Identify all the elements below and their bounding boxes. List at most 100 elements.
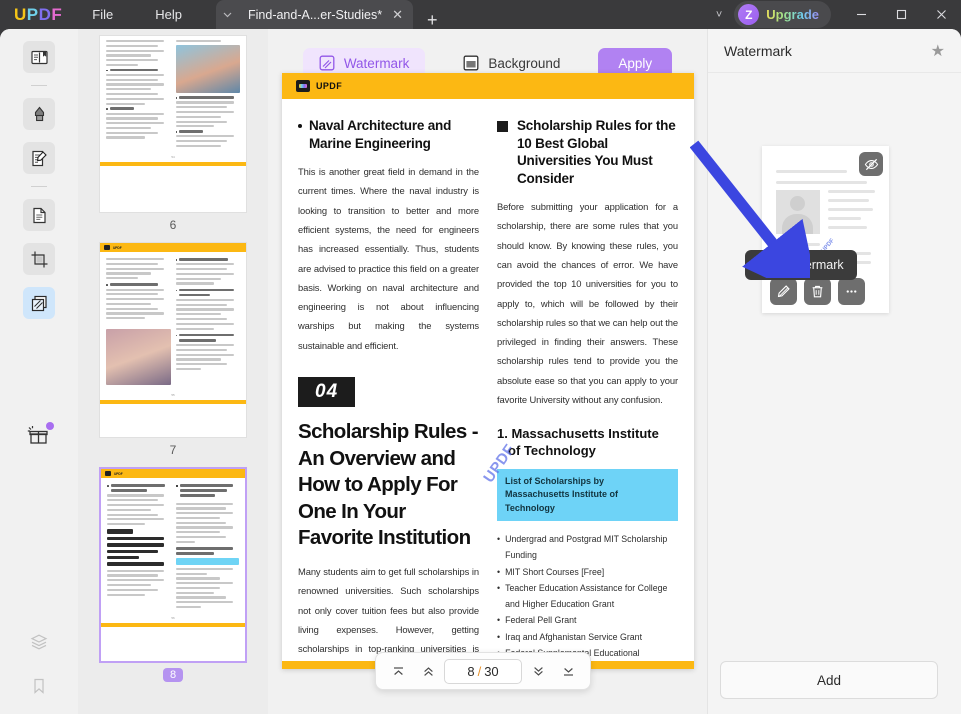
rail-divider xyxy=(31,85,47,86)
mini-page: UPDF xyxy=(100,243,246,405)
menu-file[interactable]: File xyxy=(80,3,125,26)
mini-page: 54 xyxy=(100,36,246,166)
right-body-text: Before submitting your application for a… xyxy=(497,201,678,405)
star-icon[interactable]: ★ xyxy=(931,41,945,61)
mini-photo xyxy=(175,45,240,94)
page-navigation: 8/30 xyxy=(375,652,591,690)
thumbnail-number: 6 xyxy=(169,218,177,232)
thumbnail-item[interactable]: UPDF xyxy=(78,467,268,692)
page-header-brand: UPDF xyxy=(316,81,343,91)
sidebar-item-comment[interactable] xyxy=(23,98,55,130)
minimize-button[interactable] xyxy=(841,0,881,29)
page-right-column: Scholarship Rules for the 10 Best Global… xyxy=(497,117,678,669)
mini-footer xyxy=(100,161,246,166)
mini-header: UPDF xyxy=(100,243,246,252)
left-heading-row: Naval Architecture and Marine Engineerin… xyxy=(298,117,479,152)
sidebar-item-watermark[interactable] xyxy=(23,287,55,319)
mini-page-number: 54 xyxy=(171,154,175,159)
plus-icon[interactable]: + xyxy=(427,11,438,29)
section-number-badge: 04 xyxy=(298,376,356,407)
page-last-icon[interactable] xyxy=(554,658,582,684)
list-item: • MIT Short Courses [Free] xyxy=(497,566,605,577)
document-area: Watermark Background Apply UPDF Naval Ar… xyxy=(268,29,707,714)
upgrade-label: Upgrade xyxy=(766,7,819,22)
menu-help[interactable]: Help xyxy=(143,3,194,26)
list-item: • Federal Pell Grant xyxy=(497,615,577,626)
section-title: Scholarship Rules - An Overview and How … xyxy=(298,419,479,550)
university-subheading: 1. Massachusetts Institute of Technology xyxy=(497,425,678,459)
chevron-down-icon[interactable]: ˅ xyxy=(704,9,734,21)
mini-number-badge xyxy=(107,529,133,534)
highlighted-text: List of Scholarships by Massachusetts In… xyxy=(497,468,678,522)
mini-footer xyxy=(101,622,245,627)
preview-right-lines xyxy=(828,190,875,235)
page-first-icon[interactable] xyxy=(384,658,412,684)
mini-col-left xyxy=(107,484,171,611)
mini-col-right xyxy=(175,40,240,150)
left-heading: Naval Architecture and Marine Engineerin… xyxy=(309,118,452,151)
list-item: • Undergrad and Postgrad MIT Scholarship … xyxy=(497,534,668,561)
edit-watermark-button[interactable] xyxy=(770,278,797,305)
page-number-input[interactable]: 8/30 xyxy=(444,658,522,684)
mini-col-left xyxy=(106,258,171,388)
mini-footer xyxy=(100,400,246,405)
right-heading-row: Scholarship Rules for the 10 Best Global… xyxy=(497,117,678,187)
preview-photo xyxy=(776,190,820,234)
more-options-button[interactable] xyxy=(838,278,865,305)
maximize-button[interactable] xyxy=(881,0,921,29)
updf-window: UPDF File Help Find-and-A...er-Studies* … xyxy=(0,0,961,714)
close-icon[interactable]: ✕ xyxy=(392,8,403,21)
sidebar-item-edit[interactable] xyxy=(23,142,55,174)
mini-col-right xyxy=(175,258,241,388)
left-body-text: This is another great field in demand in… xyxy=(298,166,479,351)
thumbnail-number: 7 xyxy=(169,443,177,457)
thumbnail-page-7[interactable]: UPDF 55 xyxy=(99,242,247,438)
close-window-button[interactable] xyxy=(921,0,961,29)
watermark-panel: Watermark ★ UPDF Edit Watermark Add xyxy=(707,29,961,714)
page-header-band: UPDF xyxy=(282,73,694,99)
app-logo: UPDF xyxy=(14,4,63,24)
tab-strip: Find-and-A...er-Studies* ✕ + xyxy=(216,0,438,29)
thumbnail-page-6[interactable]: 54 xyxy=(99,35,247,213)
layers-button[interactable] xyxy=(23,626,55,658)
watermark-icon xyxy=(319,55,335,71)
page-next-icon[interactable] xyxy=(524,658,552,684)
sidebar-item-organize[interactable] xyxy=(23,199,55,231)
tab-background-label: Background xyxy=(488,55,561,71)
tab-list-icon[interactable] xyxy=(216,0,238,29)
upgrade-button[interactable]: Z Upgrade xyxy=(734,1,831,28)
scholarship-list: • Undergrad and Postgrad MIT Scholarship … xyxy=(497,531,678,669)
thumbnail-number: 8 xyxy=(162,668,184,682)
thumbnail-item[interactable]: UPDF xyxy=(78,242,268,467)
list-item: • Iraq and Afghanistan Service Grant xyxy=(497,631,643,642)
tooltip-edit-watermark: Edit Watermark xyxy=(745,245,857,280)
thumbnail-page-8[interactable]: UPDF 56 xyxy=(99,467,247,663)
sidebar-item-crop[interactable] xyxy=(23,243,55,275)
bookmark-button[interactable] xyxy=(23,670,55,702)
right-heading: Scholarship Rules for the 10 Best Global… xyxy=(517,118,676,186)
thumbnail-panel[interactable]: 54 6 UPDF 55 7 UPDF 56 8 xyxy=(78,29,268,714)
university-subheading-line1: 1. Massachusetts Institute xyxy=(497,426,659,442)
total-pages: 30 xyxy=(484,663,499,679)
page-prev-icon[interactable] xyxy=(414,658,442,684)
rail-divider-2 xyxy=(31,186,47,187)
add-watermark-button[interactable]: Add xyxy=(720,661,938,699)
watermark-preview-card[interactable]: UPDF xyxy=(762,146,889,313)
notification-dot xyxy=(46,422,54,430)
mini-col-left xyxy=(106,40,171,150)
panel-title: Watermark xyxy=(724,42,792,59)
pdf-page[interactable]: UPDF Naval Architecture and Marine Engin… xyxy=(282,73,694,669)
gift-promo[interactable] xyxy=(26,422,54,454)
mini-page: UPDF xyxy=(101,469,245,627)
background-icon xyxy=(463,55,479,71)
tool-rail xyxy=(0,29,78,714)
delete-watermark-button[interactable] xyxy=(804,278,831,305)
sidebar-item-reader[interactable] xyxy=(23,41,55,73)
document-tab[interactable]: Find-and-A...er-Studies* ✕ xyxy=(238,0,413,29)
eye-hidden-icon[interactable] xyxy=(859,152,883,176)
square-bullet-icon xyxy=(497,121,508,132)
updf-mark-icon xyxy=(296,80,310,92)
thumbnail-item[interactable]: 54 6 xyxy=(78,35,268,242)
window-right-controls: ˅ Z Upgrade xyxy=(704,0,961,29)
university-subheading-line2: of Technology xyxy=(508,443,596,459)
